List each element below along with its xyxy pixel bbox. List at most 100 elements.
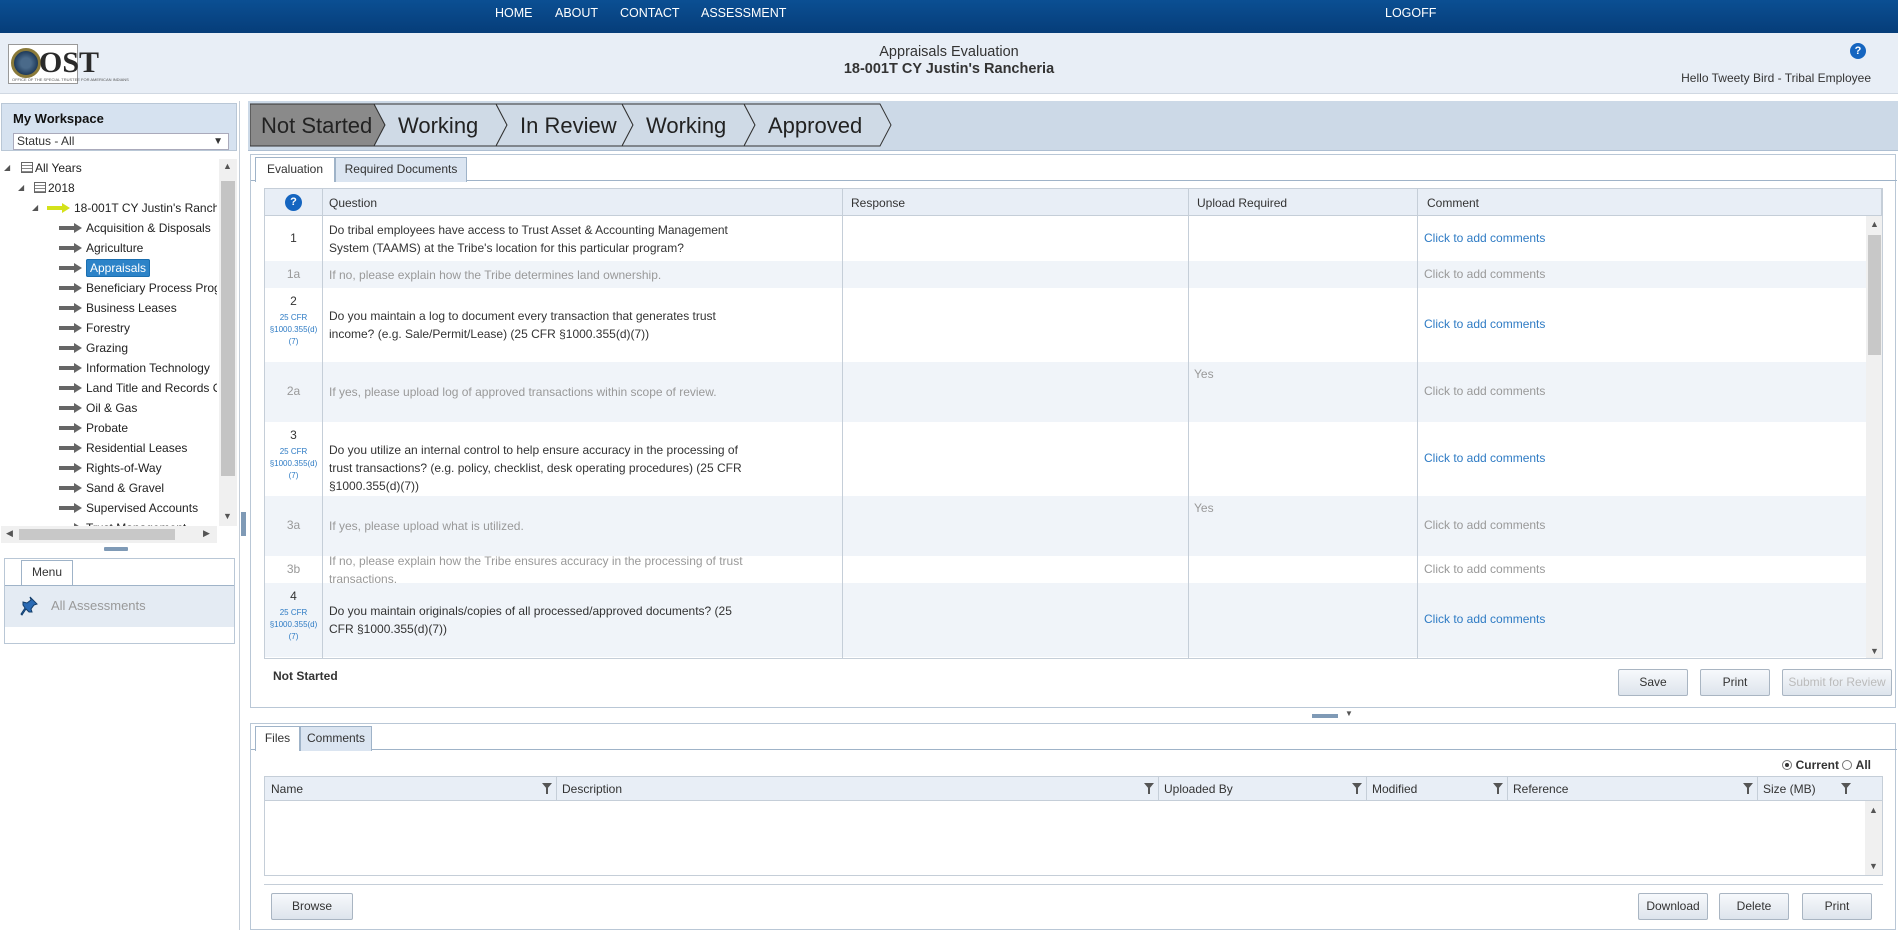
tree-horizontal-scrollbar[interactable]: ◀ ▶ xyxy=(1,526,217,543)
add-comment-link[interactable]: Click to add comments xyxy=(1424,384,1545,398)
filter-icon[interactable] xyxy=(1743,783,1753,794)
scroll-up-icon[interactable]: ▲ xyxy=(1870,219,1879,229)
scroll-thumb[interactable] xyxy=(1868,235,1881,355)
tree-label: Appraisals xyxy=(86,259,151,277)
filter-icon[interactable] xyxy=(1841,783,1851,794)
column-response[interactable]: Response xyxy=(851,196,905,210)
response-cell[interactable] xyxy=(843,583,1188,657)
scroll-thumb[interactable] xyxy=(19,529,175,540)
files-vertical-scrollbar[interactable]: ▲ ▼ xyxy=(1865,801,1882,875)
table-row[interactable]: 2a If yes, please upload log of approved … xyxy=(265,362,1882,422)
help-icon[interactable]: ? xyxy=(1850,43,1866,59)
grid-vertical-scrollbar[interactable]: ▲ ▼ xyxy=(1866,216,1882,658)
column-divider xyxy=(1507,777,1508,801)
table-row[interactable]: 3b If no, please explain how the Tribe en… xyxy=(265,554,1882,586)
browse-button[interactable]: Browse xyxy=(271,893,353,920)
filter-icon[interactable] xyxy=(1144,783,1154,794)
menu-item-row[interactable]: All Assessments xyxy=(5,585,234,627)
cfr-reference-link[interactable]: 25 CFR §1000.355(d)(7) xyxy=(265,446,322,482)
collapse-icon[interactable]: ◢ xyxy=(32,199,38,217)
scroll-thumb[interactable] xyxy=(221,181,235,476)
table-row[interactable]: 4 25 CFR §1000.355(d)(7) Do you maintain o… xyxy=(265,583,1882,657)
scroll-down-icon[interactable]: ▼ xyxy=(1870,646,1879,656)
evaluation-grid: ? Question Response Upload Required Comm… xyxy=(264,188,1883,659)
tab-required-documents[interactable]: Required Documents xyxy=(335,157,467,182)
radio-current[interactable] xyxy=(1782,760,1793,770)
response-cell[interactable] xyxy=(843,362,1188,422)
table-row[interactable]: 1 Do tribal employees have access to Trus… xyxy=(265,217,1882,261)
nav-logoff[interactable]: LOGOFF xyxy=(1385,6,1436,20)
scroll-down-icon[interactable]: ▼ xyxy=(1869,861,1878,871)
filter-icon[interactable] xyxy=(1493,783,1503,794)
add-comment-link[interactable]: Click to add comments xyxy=(1424,317,1545,331)
column-upload-required[interactable]: Upload Required xyxy=(1197,196,1287,210)
add-comment-link[interactable]: Click to add comments xyxy=(1424,612,1545,626)
column-comment[interactable]: Comment xyxy=(1427,196,1479,210)
tree-label: Residential Leases xyxy=(86,441,188,455)
download-button[interactable]: Download xyxy=(1638,893,1708,920)
column-modified[interactable]: Modified xyxy=(1372,782,1417,796)
nav-home[interactable]: HOME xyxy=(495,6,533,20)
help-icon[interactable]: ? xyxy=(285,194,302,211)
table-row[interactable]: 3a If yes, please upload what is utilized… xyxy=(265,496,1882,556)
splitter-handle[interactable] xyxy=(1312,714,1338,718)
vertical-splitter-handle[interactable] xyxy=(241,512,246,536)
delete-button[interactable]: Delete xyxy=(1719,893,1789,920)
add-comment-link[interactable]: Click to add comments xyxy=(1424,518,1545,532)
logo-tagline: OFFICE OF THE SPECIAL TRUSTEE FOR AMERIC… xyxy=(12,77,129,82)
tab-files[interactable]: Files xyxy=(255,726,300,751)
scroll-left-icon[interactable]: ◀ xyxy=(6,528,13,539)
cfr-reference-link[interactable]: 25 CFR §1000.355(d)(7) xyxy=(265,607,322,643)
radio-all[interactable] xyxy=(1842,760,1853,770)
submit-for-review-button[interactable]: Submit for Review xyxy=(1782,669,1892,696)
table-row[interactable]: 2 25 CFR §1000.355(d)(7) Do you maintain a… xyxy=(265,288,1882,362)
scroll-up-icon[interactable]: ▲ xyxy=(223,161,232,171)
collapse-icon[interactable]: ◢ xyxy=(4,159,10,177)
column-description[interactable]: Description xyxy=(562,782,622,796)
response-cell[interactable] xyxy=(843,288,1188,362)
table-row[interactable]: 1a If no, please explain how the Tribe de… xyxy=(265,261,1882,288)
response-cell[interactable] xyxy=(843,261,1188,288)
scroll-down-icon[interactable]: ▼ xyxy=(223,511,232,521)
table-row[interactable]: 3 25 CFR §1000.355(d)(7) Do you utilize an… xyxy=(265,422,1882,496)
tab-comments[interactable]: Comments xyxy=(300,726,372,751)
scroll-up-icon[interactable]: ▲ xyxy=(1869,805,1878,815)
column-name[interactable]: Name xyxy=(271,782,303,796)
print-button[interactable]: Print xyxy=(1700,669,1770,696)
add-comment-link[interactable]: Click to add comments xyxy=(1424,267,1545,281)
tab-menu[interactable]: Menu xyxy=(21,560,73,585)
column-question[interactable]: Question xyxy=(329,196,377,210)
collapse-icon[interactable]: ◢ xyxy=(18,179,24,197)
response-cell[interactable] xyxy=(843,422,1188,496)
tree-vertical-scrollbar[interactable]: ▲ ▼ xyxy=(219,159,237,526)
add-comment-link[interactable]: Click to add comments xyxy=(1424,231,1545,245)
column-reference[interactable]: Reference xyxy=(1513,782,1568,796)
filter-icon[interactable] xyxy=(1352,783,1362,794)
left-panel: My Workspace Status - All ▼ ◢ All Years … xyxy=(0,101,240,930)
row-number: 4 xyxy=(290,589,297,603)
nav-contact[interactable]: CONTACT xyxy=(620,6,680,20)
cfr-reference-link[interactable]: 25 CFR §1000.355(d)(7) xyxy=(265,312,322,348)
status-filter-select[interactable]: Status - All ▼ xyxy=(13,133,229,150)
nav-assessment[interactable]: ASSESSMENT xyxy=(701,6,786,20)
nav-about[interactable]: ABOUT xyxy=(555,6,598,20)
scroll-right-icon[interactable]: ▶ xyxy=(203,528,210,539)
tree-label: Agriculture xyxy=(86,241,144,255)
radio-all-label: All xyxy=(1855,758,1871,772)
add-comment-link[interactable]: Click to add comments xyxy=(1424,451,1545,465)
menu-item-all-assessments[interactable]: All Assessments xyxy=(51,598,146,613)
column-size[interactable]: Size (MB) xyxy=(1763,782,1816,796)
column-divider xyxy=(1366,777,1367,801)
response-cell[interactable] xyxy=(843,217,1188,261)
response-cell[interactable] xyxy=(843,496,1188,556)
column-divider xyxy=(556,777,557,801)
response-cell[interactable] xyxy=(843,556,1188,583)
print-files-button[interactable]: Print xyxy=(1802,893,1872,920)
splitter-handle[interactable] xyxy=(104,547,128,551)
chevron-down-icon[interactable]: ▼ xyxy=(1345,709,1353,718)
add-comment-link[interactable]: Click to add comments xyxy=(1424,562,1545,576)
save-button[interactable]: Save xyxy=(1618,669,1688,696)
tab-evaluation[interactable]: Evaluation xyxy=(255,157,335,182)
filter-icon[interactable] xyxy=(542,783,552,794)
column-uploaded-by[interactable]: Uploaded By xyxy=(1164,782,1233,796)
